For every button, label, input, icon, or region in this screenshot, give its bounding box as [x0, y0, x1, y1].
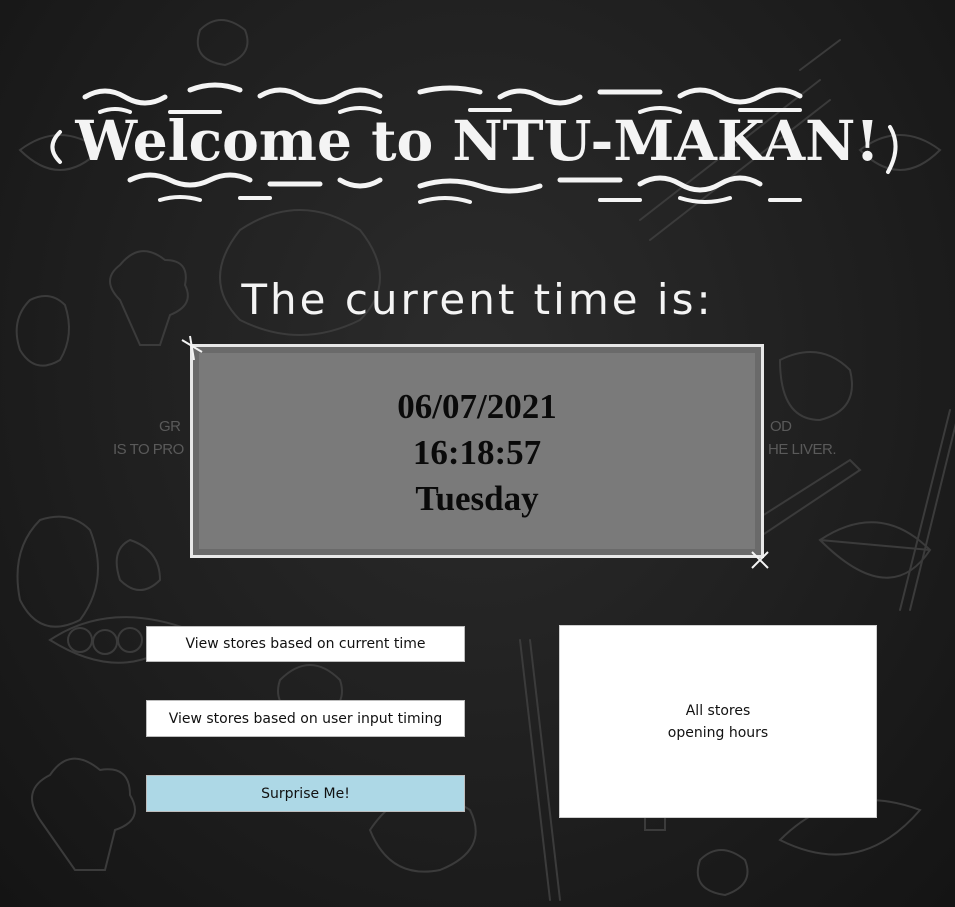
- view-stores-current-time-button[interactable]: View stores based on current time: [146, 626, 465, 662]
- opening-hours-line-2: opening hours: [667, 724, 769, 741]
- opening-hours-label: All stores opening hours: [668, 700, 768, 744]
- asparagus-doodle: [519, 639, 561, 901]
- tomato-doodle: [196, 19, 249, 67]
- surprise-me-button[interactable]: Surprise Me!: [146, 775, 465, 812]
- background-text-fragment: GR: [159, 418, 181, 435]
- all-stores-opening-hours-button[interactable]: All stores opening hours: [559, 625, 877, 818]
- broccoli-doodle: [31, 757, 136, 871]
- radish-doodle: [778, 351, 853, 422]
- app-title: Welcome to NTU-MAKAN!: [75, 108, 880, 173]
- opening-hours-line-1: All stores: [685, 702, 751, 719]
- pepper-doodle: [16, 515, 99, 628]
- current-time-heading: The current time is:: [241, 275, 714, 324]
- pepper-doodle: [115, 538, 162, 591]
- leaf-doodle: [818, 521, 932, 579]
- pea-doodle: [67, 627, 93, 653]
- clock-box-chalk-corners: [181, 335, 769, 569]
- pea-doodle: [117, 627, 143, 653]
- pea-doodle: [92, 629, 118, 655]
- background-text-fragment: IS TO PRO: [113, 441, 184, 458]
- tomato-doodle: [696, 849, 749, 897]
- knife-doodle: [899, 409, 955, 611]
- view-stores-user-input-button[interactable]: View stores based on user input timing: [146, 700, 465, 737]
